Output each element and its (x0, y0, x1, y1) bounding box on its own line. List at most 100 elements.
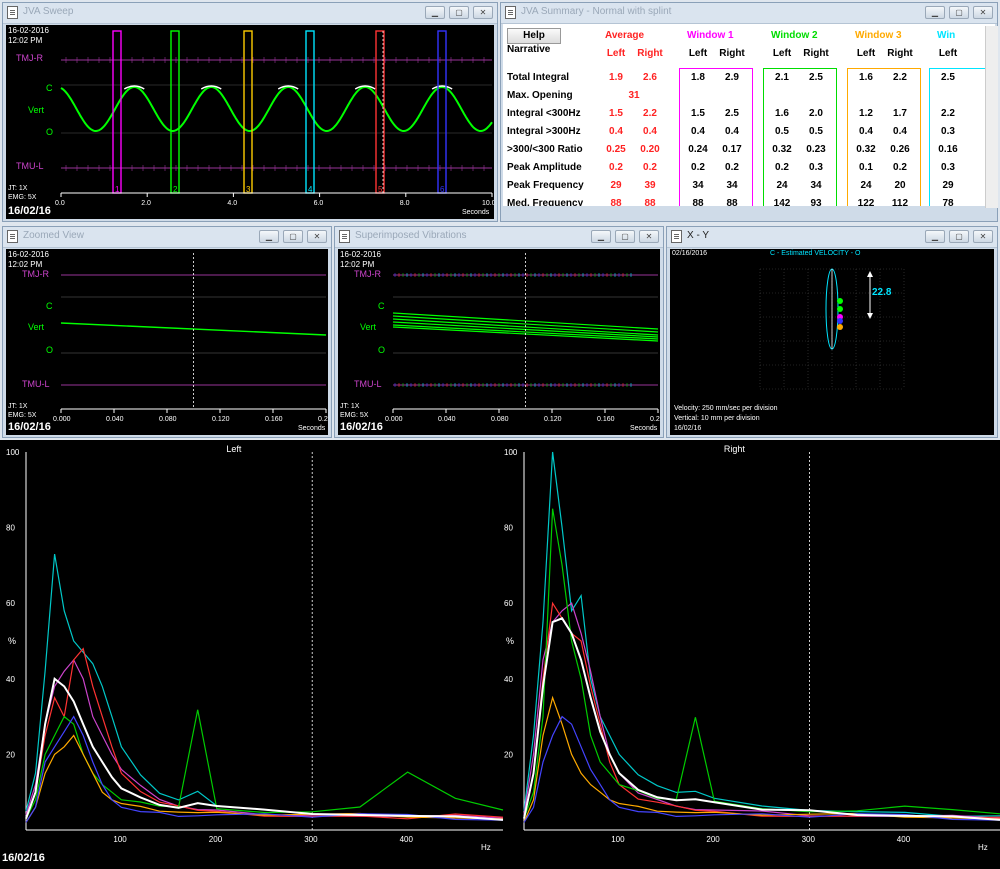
cell-value: 0.16 (938, 144, 958, 155)
cell-value: 0.20 (640, 144, 660, 155)
cell-value: 0.4 (893, 126, 907, 137)
document-icon (671, 230, 682, 243)
sweep-window: JVA Sweep ▁ ▢ ✕ 1 2 3 4 5 6 0.0 2.0 4.0 6.0 8.0 10.… (2, 2, 498, 222)
x-tick-label: 0.120 (212, 416, 230, 423)
cell-value: 0.17 (722, 144, 742, 155)
help-button[interactable]: Help (507, 28, 561, 44)
xy-plot[interactable]: 02/16/2016 C - Estimated VELOCITY - O 22… (670, 249, 994, 435)
cell-value: 2.9 (725, 72, 739, 83)
x-tick-label: 200 (209, 835, 223, 844)
o-label: O (46, 345, 54, 355)
close-button[interactable]: ✕ (307, 230, 327, 243)
jt-label: JT: 1X (340, 403, 360, 410)
vert-label: Vert (28, 105, 45, 115)
y-tick-label: 100 (504, 448, 518, 457)
cell-value: 39 (644, 180, 656, 191)
cell-value: 78 (942, 198, 954, 206)
vertical-trace (60, 85, 493, 132)
tmu-l-label: TMU-L (22, 379, 50, 389)
document-icon (339, 230, 350, 243)
time-line: 12:02 PM (8, 36, 43, 45)
cell-value: 0.3 (941, 126, 955, 137)
window-dot-4 (837, 318, 843, 324)
cell-value: 1.7 (893, 108, 907, 119)
zoom-titlebar[interactable]: Zoomed View ▁ ▢ ✕ (3, 227, 331, 248)
cell-value: 0.24 (688, 144, 708, 155)
minimize-button[interactable]: ▁ (591, 230, 611, 243)
cell-value: 112 (891, 198, 909, 206)
summary-titlebar[interactable]: JVA Summary - Normal with splint ▁ ▢ ✕ (501, 3, 997, 24)
y-tick-label: 80 (6, 524, 15, 533)
minimize-button[interactable]: ▁ (425, 6, 445, 19)
narrative-link[interactable]: Narrative (507, 44, 550, 55)
y-tick-label: 60 (504, 599, 513, 608)
cell-value: 0.32 (772, 144, 792, 155)
cell-value: 29 (942, 180, 954, 191)
sweep-titlebar[interactable]: JVA Sweep ▁ ▢ ✕ (3, 3, 497, 24)
minimize-button[interactable]: ▁ (925, 6, 945, 19)
cell-value: 2.5 (809, 72, 823, 83)
close-button[interactable]: ✕ (473, 6, 493, 19)
close-button[interactable]: ✕ (973, 230, 993, 243)
superimposed-traces: 0.000 0.040 0.080 0.120 0.160 0.200 (385, 253, 660, 423)
spectrum-series-6 (25, 715, 504, 823)
superimposed-titlebar[interactable]: Superimposed Vibrations ▁ ▢ ✕ (335, 227, 663, 248)
y-tick-label: 80 (504, 524, 513, 533)
summary-table: Help Narrative Average Window 1 Window 2 Wi… (503, 24, 995, 206)
row-label: >300/<300 Ratio (507, 144, 583, 155)
sub-header: Left (606, 48, 626, 59)
cell-value: 1.6 (775, 108, 789, 119)
group-header: Window 3 (855, 30, 902, 41)
cell-value: 34 (810, 180, 822, 191)
tmu-l-label: TMU-L (16, 161, 44, 171)
cell-value: 1.5 (609, 108, 623, 119)
range-arrow-head-up (867, 271, 873, 277)
maximize-button[interactable]: ▢ (949, 230, 969, 243)
xy-caption: C - Estimated VELOCITY - O (770, 250, 861, 257)
sweep-plot[interactable]: 1 2 3 4 5 6 0.0 2.0 4.0 6.0 8.0 10.0 16-02-2016 12:… (6, 25, 494, 219)
cell-value: 0.1 (859, 162, 873, 173)
cell-value: 0.5 (775, 126, 789, 137)
x-tick-label: 400 (400, 835, 414, 844)
x-tick-label: 300 (802, 835, 816, 844)
spectrum-series-4 (523, 508, 1000, 819)
window-title: JVA Summary - Normal with splint (521, 6, 672, 17)
maximize-button[interactable]: ▢ (615, 230, 635, 243)
cell-value: 88 (692, 198, 704, 206)
cell-value: 2.6 (643, 72, 657, 83)
date-line: 16-02-2016 (8, 250, 49, 259)
spectrum-series-2 (25, 658, 504, 819)
superimposed-plot[interactable]: 0.000 0.040 0.080 0.120 0.160 0.200 16-02-201… (338, 249, 660, 435)
c-label: C (378, 301, 385, 311)
zoom-plot[interactable]: 0.000 0.040 0.080 0.120 0.160 0.200 16-02-201… (6, 249, 328, 435)
tmj-r-label: TMJ-R (22, 269, 49, 279)
x-unit: Seconds (298, 425, 326, 432)
y-tick-label: 60 (6, 599, 15, 608)
x-tick-label: 0.160 (597, 416, 615, 423)
maximize-button[interactable]: ▢ (449, 6, 469, 19)
time-line: 12:02 PM (8, 260, 43, 269)
maximize-button[interactable]: ▢ (283, 230, 303, 243)
cell-value: 0.25 (606, 144, 626, 155)
minimize-button[interactable]: ▁ (925, 230, 945, 243)
summary-scrollbar[interactable] (985, 26, 998, 208)
xy-titlebar[interactable]: X - Y ▁ ▢ ✕ (667, 227, 997, 248)
cell-value: 1.2 (859, 108, 873, 119)
x-tick-label: 0.200 (650, 416, 660, 423)
date-stamp: 16/02/16 (8, 421, 51, 433)
window-dot-5 (837, 324, 843, 330)
window-title: X - Y (687, 230, 710, 241)
close-button[interactable]: ✕ (973, 6, 993, 19)
maximize-button[interactable]: ▢ (949, 6, 969, 19)
spectrum-series-1 (523, 451, 1000, 818)
spectrum-date: 16/02/16 (2, 852, 45, 864)
sub-header: Left (856, 48, 876, 59)
x-tick-label: 0.080 (491, 416, 509, 423)
spectrum-series-7 (523, 617, 1000, 821)
tmj-r-label: TMJ-R (16, 53, 43, 63)
minimize-button[interactable]: ▁ (259, 230, 279, 243)
o-label: O (46, 127, 54, 137)
xy-date: 02/16/2016 (672, 250, 708, 257)
window-marker-3 (243, 30, 253, 194)
close-button[interactable]: ✕ (639, 230, 659, 243)
